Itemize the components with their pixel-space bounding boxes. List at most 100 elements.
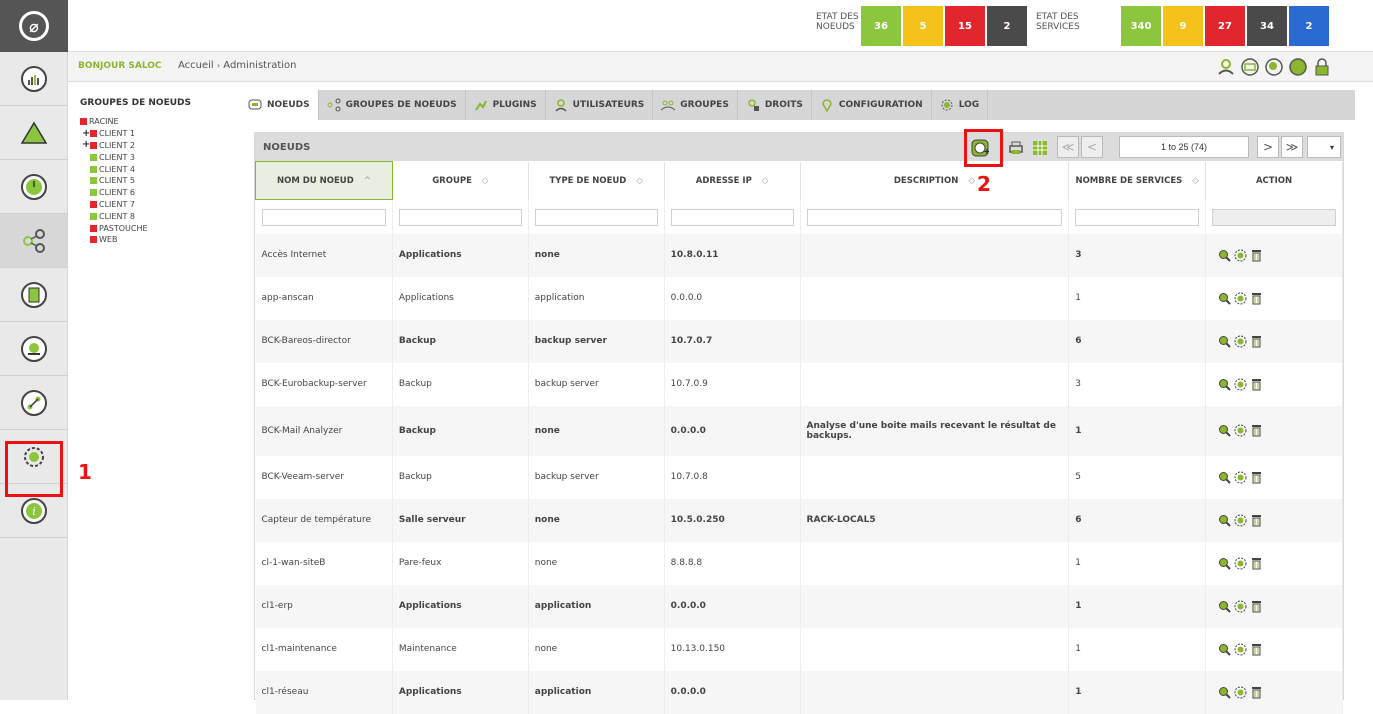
rail-item-dashboard[interactable] — [0, 52, 68, 106]
tree-node[interactable]: PASTOUCHE — [80, 222, 230, 234]
settings-icon[interactable] — [1234, 600, 1247, 613]
tree-node[interactable]: CLIENT 3 — [80, 151, 230, 163]
page-size-select[interactable]: ▾ — [1307, 136, 1341, 158]
tree-node[interactable]: CLIENT 7 — [80, 199, 230, 211]
tab-utilisateurs[interactable]: UTILISATEURS — [546, 90, 654, 120]
settings-icon[interactable] — [1234, 514, 1247, 527]
delete-icon[interactable] — [1250, 557, 1263, 570]
tree-node[interactable]: CLIENT 8 — [80, 210, 230, 222]
rail-item-alerts[interactable] — [0, 106, 68, 160]
node-status-tile[interactable]: 15 — [945, 6, 985, 46]
filter-group-input[interactable] — [398, 209, 522, 226]
expand-icon[interactable]: + — [82, 128, 90, 138]
table-row[interactable]: cl-1-wan-siteB Pare-feux none 8.8.8.8 1 — [255, 541, 1343, 585]
view-icon[interactable] — [1218, 335, 1231, 348]
view-icon[interactable] — [1218, 292, 1231, 305]
next-page-button[interactable]: > — [1257, 136, 1279, 158]
service-status-tile[interactable]: 27 — [1205, 6, 1245, 46]
column-header[interactable]: TYPE DE NOEUD ◇ — [528, 161, 665, 200]
delete-icon[interactable] — [1250, 600, 1263, 613]
sort-icon[interactable]: ◇ — [636, 176, 643, 186]
tab-log[interactable]: LOG — [932, 90, 989, 120]
settings-icon[interactable] — [1234, 249, 1247, 262]
tab-droits[interactable]: DROITS — [738, 90, 812, 120]
filter-description-input[interactable] — [806, 209, 1063, 226]
view-icon[interactable] — [1218, 514, 1231, 527]
delete-icon[interactable] — [1250, 335, 1263, 348]
tree-node[interactable]: WEB — [80, 234, 230, 246]
service-status-tile[interactable]: 2 — [1289, 6, 1329, 46]
view-icon[interactable] — [1218, 378, 1231, 391]
breadcrumb-home[interactable]: Accueil — [178, 60, 214, 71]
settings-icon[interactable] — [1234, 292, 1247, 305]
lock-icon[interactable] — [1312, 57, 1332, 77]
last-page-button[interactable]: ≫ — [1281, 136, 1303, 158]
tree-node[interactable]: CLIENT 4 — [80, 163, 230, 175]
table-row[interactable]: Accès Internet Applications none 10.8.0.11 3 — [255, 233, 1343, 277]
tab-plugins[interactable]: PLUGINS — [466, 90, 546, 120]
globe-icon[interactable] — [1288, 57, 1308, 77]
node-status-tile[interactable]: 2 — [987, 6, 1027, 46]
expand-icon[interactable]: + — [82, 140, 90, 150]
service-status-tile[interactable]: 34 — [1247, 6, 1287, 46]
rail-item-discovery[interactable] — [0, 322, 68, 376]
settings-icon[interactable] — [1234, 686, 1247, 699]
view-icon[interactable] — [1218, 686, 1231, 699]
sort-icon[interactable]: ◇ — [762, 176, 769, 186]
node-status-tile[interactable]: 5 — [903, 6, 943, 46]
filter-type-input[interactable] — [534, 209, 658, 226]
table-row[interactable]: Capteur de température Salle serveur none 1… — [255, 498, 1343, 542]
tree-node[interactable]: + CLIENT 1 — [80, 128, 230, 140]
prev-page-button[interactable]: < — [1081, 136, 1103, 158]
view-icon[interactable] — [1218, 471, 1231, 484]
sort-icon[interactable]: ^ — [364, 176, 371, 186]
view-icon[interactable] — [1218, 424, 1231, 437]
sort-icon[interactable]: ◇ — [968, 176, 975, 186]
table-row[interactable]: app-anscan Applications application 0.0.0.0… — [255, 276, 1343, 320]
settings-icon[interactable] — [1234, 378, 1247, 391]
print-icon[interactable] — [1007, 139, 1025, 157]
column-header[interactable]: NOM DU NOEUD ^ — [255, 161, 393, 200]
table-row[interactable]: cl1-maintenance Maintenance none 10.13.0.15… — [255, 627, 1343, 671]
table-row[interactable]: BCK-Eurobackup-server Backup backup server… — [255, 362, 1343, 406]
view-icon[interactable] — [1218, 600, 1231, 613]
delete-icon[interactable] — [1250, 643, 1263, 656]
rail-item-history[interactable] — [0, 160, 68, 214]
table-row[interactable]: cl1-erp Applications application 0.0.0.0 1 — [255, 584, 1343, 628]
delete-icon[interactable] — [1250, 686, 1263, 699]
column-header[interactable]: ACTION — [1205, 161, 1343, 200]
settings-icon[interactable] — [1234, 557, 1247, 570]
user-icon[interactable] — [1216, 57, 1236, 77]
grid-icon[interactable] — [1031, 139, 1049, 157]
node-status-tile[interactable]: 36 — [861, 6, 901, 46]
settings-icon[interactable] — [1234, 471, 1247, 484]
view-icon[interactable] — [1218, 643, 1231, 656]
first-page-button[interactable]: ≪ — [1057, 136, 1079, 158]
rail-item-network[interactable] — [0, 376, 68, 430]
sort-icon[interactable]: ◇ — [1192, 176, 1199, 186]
filter-name-input[interactable] — [261, 209, 386, 227]
delete-icon[interactable] — [1250, 249, 1263, 262]
mail-icon[interactable] — [1240, 57, 1260, 77]
column-header[interactable]: GROUPE ◇ — [392, 161, 529, 200]
tab-groupes-de-noeuds[interactable]: GROUPES DE NOEUDS — [319, 90, 466, 120]
tree-node[interactable]: + CLIENT 2 — [80, 140, 230, 152]
tab-groupes[interactable]: GROUPES — [653, 90, 738, 120]
tab-configuration[interactable]: CONFIGURATION — [812, 90, 932, 120]
column-header[interactable]: NOMBRE DE SERVICES ◇ — [1068, 161, 1207, 200]
table-row[interactable]: BCK-Bareos-director Backup backup server 10… — [255, 319, 1343, 363]
tree-node[interactable]: RACINE — [80, 116, 230, 128]
rail-item-reports[interactable] — [0, 268, 68, 322]
delete-icon[interactable] — [1250, 378, 1263, 391]
service-status-tile[interactable]: 340 — [1121, 6, 1161, 46]
rail-item-topology[interactable] — [0, 214, 68, 268]
delete-icon[interactable] — [1250, 292, 1263, 305]
column-header[interactable]: ADRESSE IP ◇ — [664, 161, 801, 200]
tab-noeuds[interactable]: NOEUDS — [240, 90, 319, 120]
delete-icon[interactable] — [1250, 424, 1263, 437]
search-icon[interactable] — [1264, 57, 1284, 77]
tree-node[interactable]: CLIENT 6 — [80, 187, 230, 199]
delete-icon[interactable] — [1250, 471, 1263, 484]
sort-icon[interactable]: ◇ — [482, 176, 489, 186]
filter-ip-input[interactable] — [670, 209, 794, 226]
